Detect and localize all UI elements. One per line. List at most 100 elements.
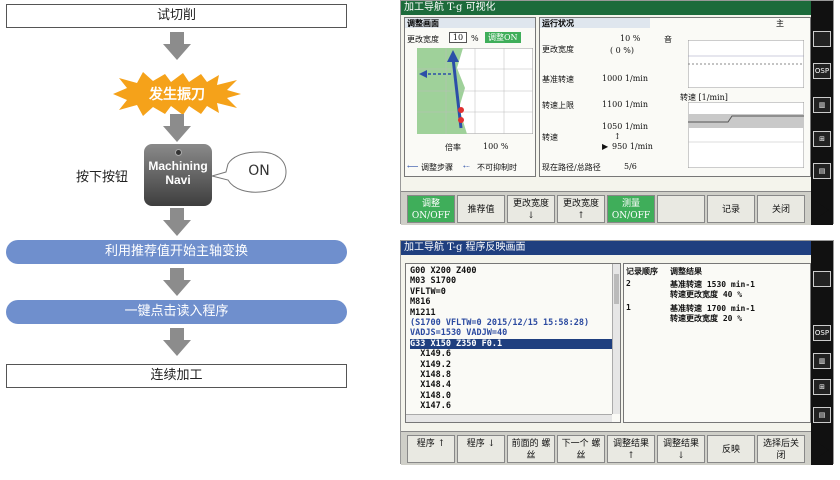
log-row[interactable]: 1 基准转速 1700 min-1 转速更改宽度 20 % [624, 302, 810, 324]
screen-title: 加工导航 T-g 程序反映画面 [401, 241, 811, 255]
program-line-selected[interactable]: G33 X150 Z350 F0.1 [410, 338, 616, 350]
side-panel: OSP ▥ ⊞ ▤ [811, 241, 833, 465]
softkey-recommended[interactable]: 推荐值 [457, 195, 505, 223]
change-width2-value: 10 % [620, 34, 641, 43]
program-line[interactable]: X149.2 [410, 360, 616, 370]
tg-visualization-screen: 加工导航 T-g 可视化 OSP ▥ ⊞ ▤ 调整画面 更改宽度 10 % 调整… [400, 0, 834, 225]
tool-icon[interactable]: ▥ [813, 353, 831, 369]
log-header-order: 记录顺序 [626, 267, 658, 276]
machining-navi-button[interactable]: Machining Navi [144, 144, 212, 206]
osp-icon[interactable]: OSP [813, 63, 831, 79]
program-line[interactable]: X148.0 [410, 391, 616, 401]
sound-label: 音 [664, 35, 672, 44]
program-line[interactable]: M03 S1700 [410, 276, 616, 286]
softkey-program-up[interactable]: 程序 ↑ [407, 435, 455, 463]
chatter-burst: 发生振刀 [113, 72, 241, 116]
log-row-selected[interactable]: 2 基准转速 1530 min-1 转速更改宽度 40 % [624, 278, 810, 300]
ratio-label: 倍率 [445, 143, 461, 152]
softkey-width-up[interactable]: 更改宽度 ↑ [557, 195, 605, 223]
program-line[interactable]: VFLTW=0 [410, 287, 616, 297]
softkey-width-down[interactable]: 更改宽度 ↓ [507, 195, 555, 223]
softkey-bar: 调整 ON/OFF 推荐值 更改宽度 ↓ 更改宽度 ↑ 测量 ON/OFF 记录… [401, 191, 811, 225]
press-button-label: 按下按钮 [76, 170, 129, 185]
program-line[interactable]: X149.6 [410, 349, 616, 359]
on-label: ON [248, 163, 270, 179]
adjust-log[interactable]: 记录顺序 调整结果 2 基准转速 1530 min-1 转速更改宽度 40 % … [623, 263, 811, 423]
plus-icon[interactable]: ⊞ [813, 131, 831, 147]
speed-value-1: 1050 1/min [602, 122, 648, 131]
speed-chart [688, 102, 804, 168]
window-icon[interactable]: ▤ [813, 163, 831, 179]
softkey-bar: 程序 ↑ 程序 ↓ 前面的 螺丝 下一个 螺丝 调整结果 ↑ 调整结果 ↓ 反映… [401, 431, 811, 465]
log-order: 2 [626, 279, 631, 288]
ratio-value: 100 % [483, 142, 509, 151]
softkey-blank[interactable] [657, 195, 705, 223]
panel-title: 调整画面 [405, 18, 535, 28]
panel-title: 运行状况 [540, 18, 650, 28]
speed-label: 转速 [542, 133, 558, 142]
softkey-next-thread[interactable]: 下一个 螺丝 [557, 435, 605, 463]
path-value: 5/6 [624, 162, 637, 171]
softkey-measure-onoff[interactable]: 测量 ON/OFF [607, 195, 655, 223]
program-line[interactable]: M816 [410, 297, 616, 307]
program-line[interactable]: X147.6 [410, 401, 616, 411]
softkey-reflect[interactable]: 反映 [707, 435, 755, 463]
next-page-icon[interactable] [815, 441, 829, 459]
softkey-prev-thread[interactable]: 前面的 螺丝 [507, 435, 555, 463]
down-arrow-icon [163, 268, 191, 296]
legend-adjust: 调整步骤 [421, 163, 453, 172]
change-width-field[interactable]: 10 [449, 32, 467, 43]
side-panel: OSP ▥ ⊞ ▤ [811, 1, 833, 225]
program-line[interactable]: M1211 [410, 308, 616, 318]
plus-icon[interactable]: ⊞ [813, 379, 831, 395]
log-header-result: 调整结果 [670, 267, 702, 276]
window-icon[interactable]: ▤ [813, 407, 831, 423]
down-arrow-icon [163, 32, 191, 60]
softkey-close[interactable]: 关闭 [757, 195, 805, 223]
speed-value-2: 950 1/min [612, 142, 653, 151]
softkey-select-close[interactable]: 选择后关 闭 [757, 435, 805, 463]
tool-icon[interactable]: ▥ [813, 97, 831, 113]
base-speed-value: 1000 1/min [602, 74, 648, 83]
program-line[interactable]: X148.8 [410, 370, 616, 380]
adjust-on-badge: 调整ON [485, 32, 521, 43]
softkey-adjust-onoff[interactable]: 调整 ON/OFF [407, 195, 455, 223]
sound-chart [688, 40, 804, 88]
adjust-panel: 调整画面 更改宽度 10 % 调整ON 倍率 100 % ⟵ 调整步骤 ⇠ 不可… [404, 17, 536, 177]
side-key[interactable] [813, 271, 831, 287]
change-width2-label: 更改宽度 [542, 45, 574, 54]
screen-title: 加工导航 T-g 可视化 [401, 1, 811, 15]
softkey-record[interactable]: 记录 [707, 195, 755, 223]
program-line[interactable]: VADJS=1530 VADJW=40 [410, 328, 616, 338]
legend-uncontrol-arrow: ⇠ [463, 162, 470, 171]
step-load-program: 一键点击读入程序 [6, 300, 347, 324]
step-continue: 连续加工 [6, 364, 347, 388]
scroll-thumb[interactable] [614, 274, 619, 304]
softkey-program-down[interactable]: 程序 ↓ [457, 435, 505, 463]
program-line[interactable]: (S1700 VFLTW=0 2015/12/15 15:58:28) [410, 318, 616, 328]
program-line[interactable]: X148.4 [410, 380, 616, 390]
horizontal-scrollbar[interactable] [406, 414, 612, 422]
base-speed-label: 基准转速 [542, 75, 574, 84]
unit-label: % [471, 34, 479, 43]
side-key[interactable] [813, 31, 831, 47]
next-page-icon[interactable] [815, 201, 829, 219]
down-arrow-icon [163, 208, 191, 236]
stability-chart [417, 48, 533, 134]
down-arrow-icon [163, 328, 191, 356]
speed-limit-label: 转速上限 [542, 101, 574, 110]
vertical-scrollbar[interactable] [612, 264, 620, 414]
indicator-lamp [174, 149, 182, 156]
main-label: 主 [776, 19, 784, 28]
program-reflect-screen: 加工导航 T-g 程序反映画面 OSP ▥ ⊞ ▤ G00 X200 Z400 … [400, 240, 834, 465]
osp-icon[interactable]: OSP [813, 325, 831, 341]
softkey-result-down[interactable]: 调整结果 ↓ [657, 435, 705, 463]
log-line2: 转速更改宽度 20 % [670, 314, 743, 323]
softkey-result-up[interactable]: 调整结果 ↑ [607, 435, 655, 463]
legend-uncontrol: 不可抑制时 [477, 163, 517, 172]
speed-play-icon: ▶ [602, 142, 609, 151]
on-callout: ON [212, 150, 288, 194]
program-list[interactable]: G00 X200 Z400 M03 S1700 VFLTW=0 M816 M12… [405, 263, 621, 423]
program-line[interactable]: G00 X200 Z400 [410, 266, 616, 276]
step-spindle-change: 利用推荐值开始主轴变换 [6, 240, 347, 264]
